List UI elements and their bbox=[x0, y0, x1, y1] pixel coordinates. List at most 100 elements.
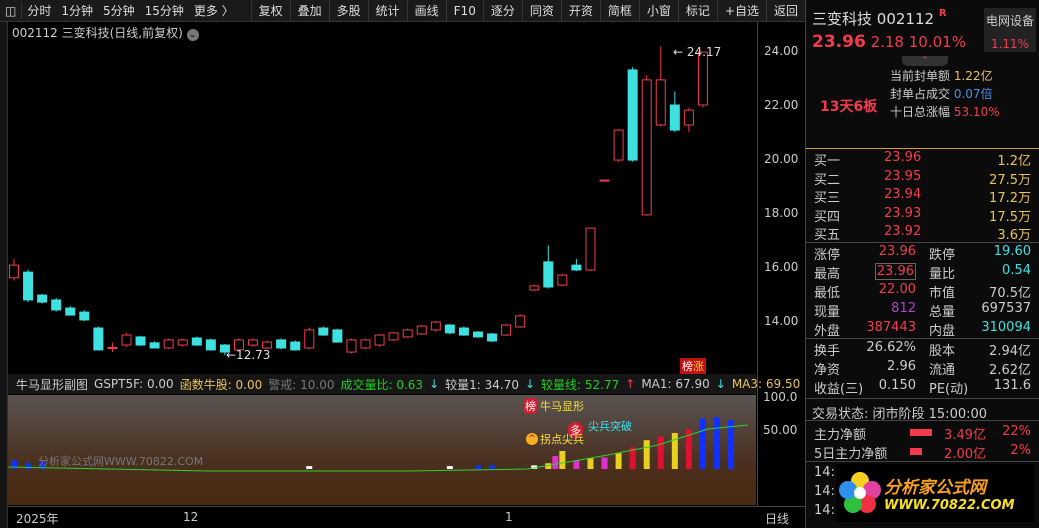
down-arrow-icon: ↓ bbox=[429, 377, 440, 391]
candle bbox=[332, 328, 343, 343]
flow-bar bbox=[910, 448, 922, 455]
candle bbox=[655, 46, 666, 127]
candle bbox=[543, 245, 554, 289]
fin-label: 净资 bbox=[814, 363, 841, 378]
candle bbox=[444, 323, 455, 335]
toolbar-button[interactable]: 画线 bbox=[406, 0, 446, 22]
stat-label: 市值 bbox=[929, 286, 956, 301]
period-tab[interactable]: 15分钟 bbox=[140, 2, 189, 19]
candle bbox=[458, 326, 469, 336]
stat-label: 现量 bbox=[814, 305, 841, 320]
toolbar-button[interactable]: 统计 bbox=[367, 0, 407, 22]
bid-volume: 17.2万 bbox=[989, 191, 1031, 206]
candle bbox=[163, 338, 174, 350]
candle bbox=[683, 107, 694, 132]
toolbar-button[interactable]: 标记 bbox=[677, 0, 717, 22]
fin-label: PE(动) bbox=[929, 382, 969, 397]
candle bbox=[318, 326, 329, 336]
candle-body bbox=[135, 336, 146, 346]
candle-body bbox=[613, 129, 624, 161]
candle-body bbox=[627, 69, 638, 161]
chart-title-text: 002112 三变科技(日线,前复权) bbox=[12, 26, 183, 40]
sub-bar bbox=[699, 418, 706, 469]
candle bbox=[51, 298, 62, 312]
logo-text: 分析家公式网 bbox=[884, 478, 986, 498]
candle bbox=[430, 321, 441, 332]
toolbar-button[interactable]: 简框 bbox=[599, 0, 639, 22]
badge-text: 榜 bbox=[682, 360, 693, 373]
stat-row: 最低 22.00 市值 70.5亿 bbox=[814, 282, 1031, 301]
stat-value: 22.00 bbox=[878, 282, 916, 297]
candle-body bbox=[163, 339, 174, 349]
bid-price: 23.96 bbox=[884, 150, 922, 165]
stat-value: 812 bbox=[891, 301, 916, 316]
sub-bar bbox=[559, 451, 566, 469]
toolbar-button[interactable]: 开资 bbox=[560, 0, 600, 22]
rank-badge[interactable]: 榜涨 bbox=[680, 358, 706, 374]
candle bbox=[304, 327, 315, 350]
sub-chart[interactable]: 分析家公式网WWW.70822.COM 榜 牛马显形 多 尖兵突破 ^ 拐点尖兵 bbox=[8, 395, 756, 505]
down-arrow-icon: ↓ bbox=[715, 377, 726, 391]
seal-label: 十日总涨幅 bbox=[890, 105, 951, 119]
toolbar-button[interactable]: +自选 bbox=[716, 0, 766, 22]
candle-body bbox=[557, 274, 568, 286]
margin-badge: R bbox=[938, 8, 947, 19]
sector-name: 电网设备 bbox=[985, 14, 1034, 28]
indicator-name[interactable]: 牛马显形副图 bbox=[16, 376, 88, 393]
indicator-value: 较量1: 34.70 bbox=[445, 377, 519, 392]
bid-row[interactable]: 买四 23.93 17.5万 bbox=[814, 206, 1031, 225]
indicator-value: 成交量比: 0.63 bbox=[340, 377, 424, 392]
fin-row: 收益(三) 0.150 PE(动) 131.6 bbox=[814, 378, 1031, 397]
left-tab-strip[interactable] bbox=[0, 22, 8, 528]
period-tab[interactable]: 分时 bbox=[22, 2, 56, 19]
fin-row: 净资 2.96 流通 2.62亿 bbox=[814, 359, 1031, 378]
candle-body bbox=[107, 346, 118, 349]
collapse-icon[interactable]: ⌃ bbox=[902, 56, 948, 66]
period-tab[interactable]: 1分钟 bbox=[56, 2, 98, 19]
candle-body bbox=[585, 227, 596, 271]
sub-bar bbox=[615, 453, 622, 469]
period-tab[interactable]: 更多 〉 bbox=[189, 2, 239, 19]
bid-row[interactable]: 买五 23.92 3.6万 bbox=[814, 224, 1031, 243]
candle bbox=[613, 129, 624, 162]
toolbar-button[interactable]: 返回 bbox=[765, 0, 805, 22]
bid-row[interactable]: 买三 23.94 17.2万 bbox=[814, 187, 1031, 206]
period-tab[interactable]: 5分钟 bbox=[98, 2, 140, 19]
candle bbox=[585, 227, 596, 272]
stat-row: 现量 812 总量 697537 bbox=[814, 301, 1031, 320]
price-tick: 16.00 bbox=[764, 260, 799, 274]
toolbar-button[interactable]: F10 bbox=[445, 0, 483, 22]
toolbar-button[interactable]: 逐分 bbox=[482, 0, 522, 22]
candle-body bbox=[430, 321, 441, 331]
layout-toggle-icon[interactable]: ◫ bbox=[0, 4, 21, 18]
candle bbox=[9, 258, 19, 281]
stat-row: 外盘 387443 内盘 310094 bbox=[814, 320, 1031, 339]
toolbar-button[interactable]: 同资 bbox=[521, 0, 561, 22]
sub-bar bbox=[11, 460, 17, 469]
candle-body bbox=[599, 179, 610, 182]
seal-value: 1.22亿 bbox=[953, 69, 993, 83]
candle-body bbox=[388, 332, 399, 341]
bid-row[interactable]: 买二 23.95 27.5万 bbox=[814, 169, 1031, 188]
stat-row: 最高 23.96 量比 0.54 bbox=[814, 263, 1031, 282]
candle bbox=[205, 338, 216, 351]
bid-volume: 3.6万 bbox=[997, 228, 1031, 243]
candlestick-chart[interactable]: ← 24.17 ←12.73 bbox=[8, 40, 757, 370]
seal-value: 0.07倍 bbox=[953, 87, 993, 101]
candle-body bbox=[23, 271, 34, 301]
toolbar-button[interactable]: 复权 bbox=[250, 0, 290, 22]
sub-bar bbox=[25, 463, 32, 469]
toolbar-button[interactable]: 叠加 bbox=[289, 0, 329, 22]
sector-box[interactable]: 电网设备 1.11% bbox=[984, 8, 1036, 52]
low-label: ←12.73 bbox=[226, 348, 270, 362]
fin-value: 2.62亿 bbox=[989, 363, 1031, 378]
bid-row[interactable]: 买一 23.96 1.2亿 bbox=[814, 150, 1031, 169]
toolbar-button[interactable]: 多股 bbox=[328, 0, 368, 22]
candle-body bbox=[416, 325, 427, 335]
candle bbox=[641, 75, 652, 216]
candle-body bbox=[669, 104, 680, 131]
period-label[interactable]: 日线 bbox=[765, 510, 789, 527]
candle bbox=[697, 51, 708, 108]
time-axis: 2025年 12 1 日线 bbox=[8, 506, 805, 528]
toolbar-button[interactable]: 小窗 bbox=[638, 0, 678, 22]
